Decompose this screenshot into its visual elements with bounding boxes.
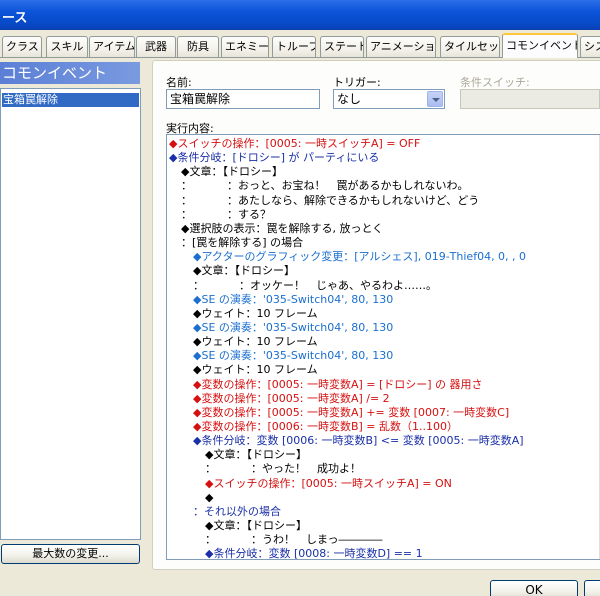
command-line[interactable]: ： ：オッケー！ じゃあ、やるわよ……。: [193, 279, 437, 293]
command-line[interactable]: ◆文章：【ドロシー】: [181, 165, 283, 179]
command-line[interactable]: ◆スイッチの操作：[0005: 一時スイッチA] = OFF: [169, 137, 420, 151]
tab-item[interactable]: アイテム: [89, 36, 135, 58]
command-line[interactable]: ◆条件分岐：[ドロシー] が パーティにいる: [169, 151, 379, 165]
command-line[interactable]: ：それ以外の場合: [193, 505, 281, 519]
command-line[interactable]: ： ：あたしなら、解除できるかもしれないけど、どう: [181, 194, 479, 208]
tab-troop[interactable]: トループ: [272, 36, 316, 58]
command-list[interactable]: ◆スイッチの操作：[0005: 一時スイッチA] = OFF ◆条件分岐：[ドロシ…: [166, 134, 600, 560]
trigger-label: トリガー:: [333, 76, 381, 89]
tab-tileset[interactable]: タイルセット: [440, 36, 500, 58]
command-line[interactable]: ◆: [205, 491, 213, 505]
tab-skill[interactable]: スキル: [46, 36, 88, 58]
tab-system[interactable]: シス: [580, 36, 600, 58]
command-line[interactable]: ◆ウェイト：10 フレーム: [193, 363, 318, 377]
command-line[interactable]: ◆条件分岐：変数 [0006: 一時変数B] <= 変数 [0005: 一時変数…: [193, 434, 524, 448]
tab-state[interactable]: ステート: [320, 36, 364, 58]
command-line[interactable]: ◆変数の操作：[0005: 一時変数A] = [ドロシー] の 器用さ: [193, 378, 483, 392]
command-line[interactable]: ◆SE の演奏：'035-Switch04', 80, 130: [193, 293, 393, 307]
tab-strip: クラス スキル アイテム 武器 防具 エネミー トループ ステート アニメーショ…: [0, 32, 600, 58]
command-line[interactable]: ： ：うわ！ しまっ――――: [205, 533, 383, 547]
tab-armor[interactable]: 防具: [177, 36, 219, 58]
condition-switch-label: 条件スイッチ:: [460, 76, 530, 89]
ok-button[interactable]: OK: [490, 580, 578, 596]
tab-animation[interactable]: アニメーション: [366, 36, 436, 58]
title-bar: ース: [0, 0, 600, 30]
trigger-select[interactable]: なし: [333, 89, 445, 109]
tab-common-event[interactable]: コモンイベント: [502, 33, 578, 58]
tab-enemy[interactable]: エネミー: [221, 36, 269, 58]
name-label: 名前:: [166, 76, 192, 89]
common-event-list[interactable]: 宝箱罠解除: [0, 88, 141, 540]
command-line[interactable]: ◆SE の演奏：'035-Switch04', 80, 130: [193, 321, 393, 335]
command-line[interactable]: ◆スイッチの操作：[0005: 一時スイッチA] = ON: [205, 477, 452, 491]
trigger-select-value: なし: [337, 92, 362, 106]
tab-class[interactable]: クラス: [2, 36, 42, 58]
command-line[interactable]: ◆SE の演奏：'035-Switch04', 80, 130: [193, 349, 393, 363]
command-line[interactable]: ：[罠を解除する] の場合: [181, 236, 303, 250]
cancel-button[interactable]: [584, 580, 600, 596]
list-item[interactable]: 宝箱罠解除: [2, 93, 139, 107]
command-line[interactable]: ◆文章：【ドロシー】: [193, 264, 295, 278]
command-line[interactable]: ： ：やった！ 成功よ！: [205, 462, 361, 476]
change-maximum-button[interactable]: 最大数の変更...: [1, 544, 140, 564]
chevron-down-icon[interactable]: [427, 91, 443, 107]
command-line[interactable]: ◆文章：【ドロシー】: [205, 519, 307, 533]
name-field[interactable]: 宝箱罠解除: [166, 89, 320, 109]
tab-weapon[interactable]: 武器: [136, 36, 176, 58]
command-line[interactable]: ◆ウェイト：10 フレーム: [193, 335, 318, 349]
command-line[interactable]: ◆変数の操作：[0005: 一時変数A] += 変数 [0007: 一時変数C]: [193, 406, 509, 420]
command-line[interactable]: ◆アクターのグラフィック変更：[アルシェス], 019-Thief04, 0, …: [193, 250, 526, 264]
command-line[interactable]: ◆ウェイト：10 フレーム: [193, 307, 318, 321]
command-line[interactable]: ◆変数の操作：[0006: 一時変数B] = 乱数（1..100）: [193, 420, 458, 434]
command-line[interactable]: ◆変数の操作：[0005: 一時変数A] /= 2: [193, 392, 390, 406]
condition-switch-field: [460, 89, 600, 109]
command-line[interactable]: ◆選択肢の表示：罠を解除する, 放っとく: [181, 222, 383, 236]
common-event-list-header: コモンイベント: [0, 62, 140, 84]
command-line[interactable]: ： ：する？: [181, 208, 271, 222]
window-title: ース: [2, 11, 28, 26]
command-line[interactable]: ◆文章：【ドロシー】: [205, 448, 307, 462]
command-line[interactable]: ◆条件分岐：変数 [0008: 一時変数D] == 1: [205, 547, 423, 559]
command-line[interactable]: ： ：おっと、お宝ね！ 罠があるかもしれないわ。: [181, 179, 469, 193]
